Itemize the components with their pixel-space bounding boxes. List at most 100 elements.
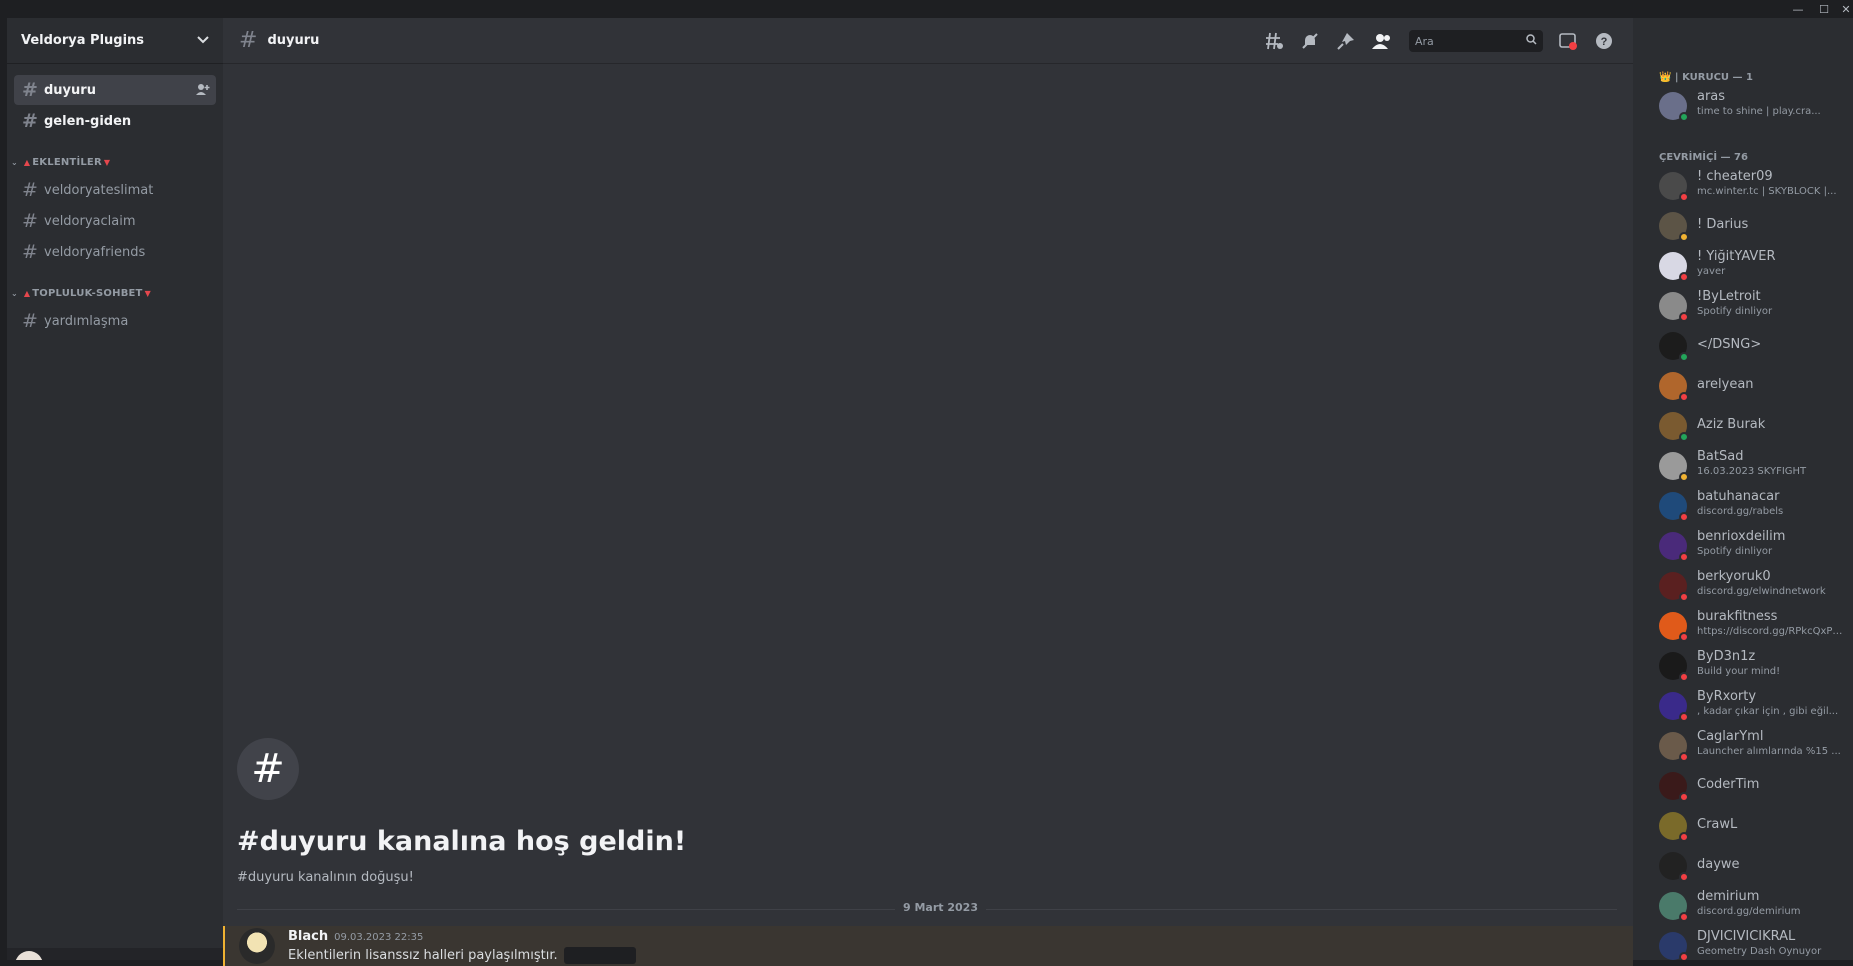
member-item[interactable]: CoderTim bbox=[1633, 766, 1853, 806]
member-list: 👑 | KURUCU — 1arastime to shine | play.c… bbox=[1633, 18, 1853, 960]
member-activity: Build your mind! bbox=[1697, 666, 1847, 677]
status-indicator bbox=[1679, 912, 1689, 922]
channel-veldoryateslimat[interactable]: # veldoryateslimat bbox=[14, 175, 216, 205]
hash-icon: # bbox=[22, 110, 36, 132]
status-indicator bbox=[1679, 832, 1689, 842]
member-item[interactable]: batuhanacardiscord.gg/rabels bbox=[1633, 486, 1853, 526]
status-indicator bbox=[1679, 272, 1689, 282]
hash-icon: # bbox=[22, 210, 36, 232]
status-indicator bbox=[1679, 552, 1689, 562]
member-name: aras bbox=[1697, 89, 1847, 104]
spoiler-block[interactable] bbox=[564, 947, 636, 964]
minimize-button[interactable]: — bbox=[1785, 0, 1811, 18]
status-indicator bbox=[1679, 472, 1689, 482]
member-name: burakfitness bbox=[1697, 609, 1847, 624]
hash-icon: # bbox=[22, 79, 36, 101]
guild-strip bbox=[0, 18, 7, 960]
chat-area: # duyuru Ara ? # #duyuru kanalına hoş ge… bbox=[223, 18, 1633, 960]
member-name: Aziz Burak bbox=[1697, 417, 1847, 432]
search-placeholder: Ara bbox=[1415, 35, 1434, 48]
member-item[interactable]: CaglarYmlLauncher alımlarında %15 ... bbox=[1633, 726, 1853, 766]
member-item[interactable]: !ByLetroitSpotify dinliyor bbox=[1633, 286, 1853, 326]
triangle-down-icon: ▼ bbox=[145, 289, 151, 298]
message-content: Eklentilerin lisanssız halleri paylaşılm… bbox=[288, 947, 636, 964]
member-item[interactable]: ! cheater09mc.winter.tc | SKYBLOCK |... bbox=[1633, 166, 1853, 206]
message-timestamp: 09.03.2023 22:35 bbox=[334, 932, 423, 943]
member-item[interactable]: arelyean bbox=[1633, 366, 1853, 406]
server-header[interactable]: Veldorya Plugins bbox=[7, 18, 223, 64]
threads-icon[interactable] bbox=[1263, 30, 1285, 52]
member-item[interactable]: ! YiğitYAVERyaver bbox=[1633, 246, 1853, 286]
member-name: arelyean bbox=[1697, 377, 1847, 392]
invite-icon[interactable] bbox=[196, 83, 210, 98]
member-item[interactable]: DJVICIVICIKRALGeometry Dash Oynuyor bbox=[1633, 926, 1853, 960]
category-label: EKLENTİLER bbox=[32, 157, 102, 168]
member-item[interactable]: </DSNG> bbox=[1633, 326, 1853, 366]
channel-label: yardımlaşma bbox=[44, 314, 128, 329]
bell-muted-icon[interactable] bbox=[1299, 30, 1321, 52]
channel-veldoryaclaim[interactable]: # veldoryaclaim bbox=[14, 206, 216, 236]
message-author-row: Blach 09.03.2023 22:35 bbox=[288, 929, 423, 944]
status-indicator bbox=[1679, 312, 1689, 322]
channel-hash-icon: # bbox=[237, 738, 299, 800]
member-name: ! cheater09 bbox=[1697, 169, 1847, 184]
status-indicator bbox=[1679, 392, 1689, 402]
avatar[interactable] bbox=[15, 951, 43, 960]
category-label: TOPLULUK-SOHBET bbox=[32, 288, 142, 299]
member-group-header: ÇEVRİMİÇİ — 76 bbox=[1633, 148, 1853, 166]
member-item[interactable]: daywe bbox=[1633, 846, 1853, 886]
member-name: DJVICIVICIKRAL bbox=[1697, 929, 1847, 944]
channel-veldoryafriends[interactable]: # veldoryafriends bbox=[14, 237, 216, 267]
server-name: Veldorya Plugins bbox=[21, 33, 144, 48]
search-input[interactable]: Ara bbox=[1409, 30, 1543, 52]
pin-icon[interactable] bbox=[1335, 30, 1357, 52]
category-topluluk-sohbet[interactable]: ⌄ ▲ TOPLULUK-SOHBET ▼ bbox=[7, 281, 223, 305]
member-item[interactable]: ! Darius bbox=[1633, 206, 1853, 246]
member-name: demirium bbox=[1697, 889, 1847, 904]
chevron-down-icon bbox=[197, 33, 209, 48]
member-activity: 16.03.2023 SKYFIGHT bbox=[1697, 466, 1847, 477]
status-indicator bbox=[1679, 752, 1689, 762]
channel-duyuru[interactable]: # duyuru bbox=[14, 75, 216, 105]
status-indicator bbox=[1679, 432, 1689, 442]
member-activity: Spotify dinliyor bbox=[1697, 546, 1847, 557]
member-activity: discord.gg/demirium bbox=[1697, 906, 1847, 917]
message-author[interactable]: Blach bbox=[288, 929, 328, 944]
channel-yardimlasma[interactable]: # yardımlaşma bbox=[14, 306, 216, 336]
channel-label: veldoryaclaim bbox=[44, 214, 136, 229]
status-indicator bbox=[1679, 872, 1689, 882]
member-item[interactable]: demirium discord.gg/demirium bbox=[1633, 886, 1853, 926]
category-eklentiler[interactable]: ⌄ ▲ EKLENTİLER ▼ bbox=[7, 150, 223, 174]
message-item[interactable]: Blach 09.03.2023 22:35 Eklentilerin lisan… bbox=[223, 926, 1633, 966]
member-item[interactable]: ByRxorty, kadar çıkar için , gibi eğil..… bbox=[1633, 686, 1853, 726]
triangle-up-icon: ▲ bbox=[24, 158, 30, 167]
search-icon bbox=[1526, 34, 1537, 48]
member-item[interactable]: ByD3n1zBuild your mind! bbox=[1633, 646, 1853, 686]
member-item[interactable]: aras time to shine | play.cra... bbox=[1633, 86, 1853, 126]
help-icon[interactable]: ? bbox=[1593, 30, 1615, 52]
status-indicator bbox=[1679, 192, 1689, 202]
status-indicator bbox=[1679, 512, 1689, 522]
member-item[interactable]: Aziz Burak bbox=[1633, 406, 1853, 446]
members-icon[interactable] bbox=[1371, 30, 1393, 52]
member-name: berkyoruk0 bbox=[1697, 569, 1847, 584]
hash-icon: # bbox=[22, 310, 36, 332]
close-button[interactable]: ✕ bbox=[1833, 0, 1853, 18]
member-activity: time to shine | play.cra... bbox=[1697, 106, 1847, 117]
member-item[interactable]: berkyoruk0discord.gg/elwindnetwork bbox=[1633, 566, 1853, 606]
member-item[interactable]: CrawL bbox=[1633, 806, 1853, 846]
avatar[interactable] bbox=[239, 928, 275, 964]
header-toolbar: Ara ? bbox=[1263, 28, 1629, 54]
member-item[interactable]: benrioxdeilimSpotify dinliyor bbox=[1633, 526, 1853, 566]
channel-gelen-giden[interactable]: # gelen-giden bbox=[14, 106, 216, 136]
channel-label: duyuru bbox=[44, 83, 96, 98]
inbox-icon[interactable] bbox=[1557, 30, 1579, 52]
member-item[interactable]: BatSad16.03.2023 SKYFIGHT bbox=[1633, 446, 1853, 486]
member-name: CoderTim bbox=[1697, 777, 1847, 792]
user-panel[interactable] bbox=[7, 948, 223, 960]
triangle-down-icon: ▼ bbox=[104, 158, 110, 167]
hash-icon: # bbox=[22, 179, 36, 201]
member-activity: Spotify dinliyor bbox=[1697, 306, 1847, 317]
member-item[interactable]: burakfitnesshttps://discord.gg/RPkcQxPZF… bbox=[1633, 606, 1853, 646]
channel-list: # duyuru # gelen-giden ⌄ ▲ EKLENTİLER ▼ … bbox=[7, 64, 223, 336]
